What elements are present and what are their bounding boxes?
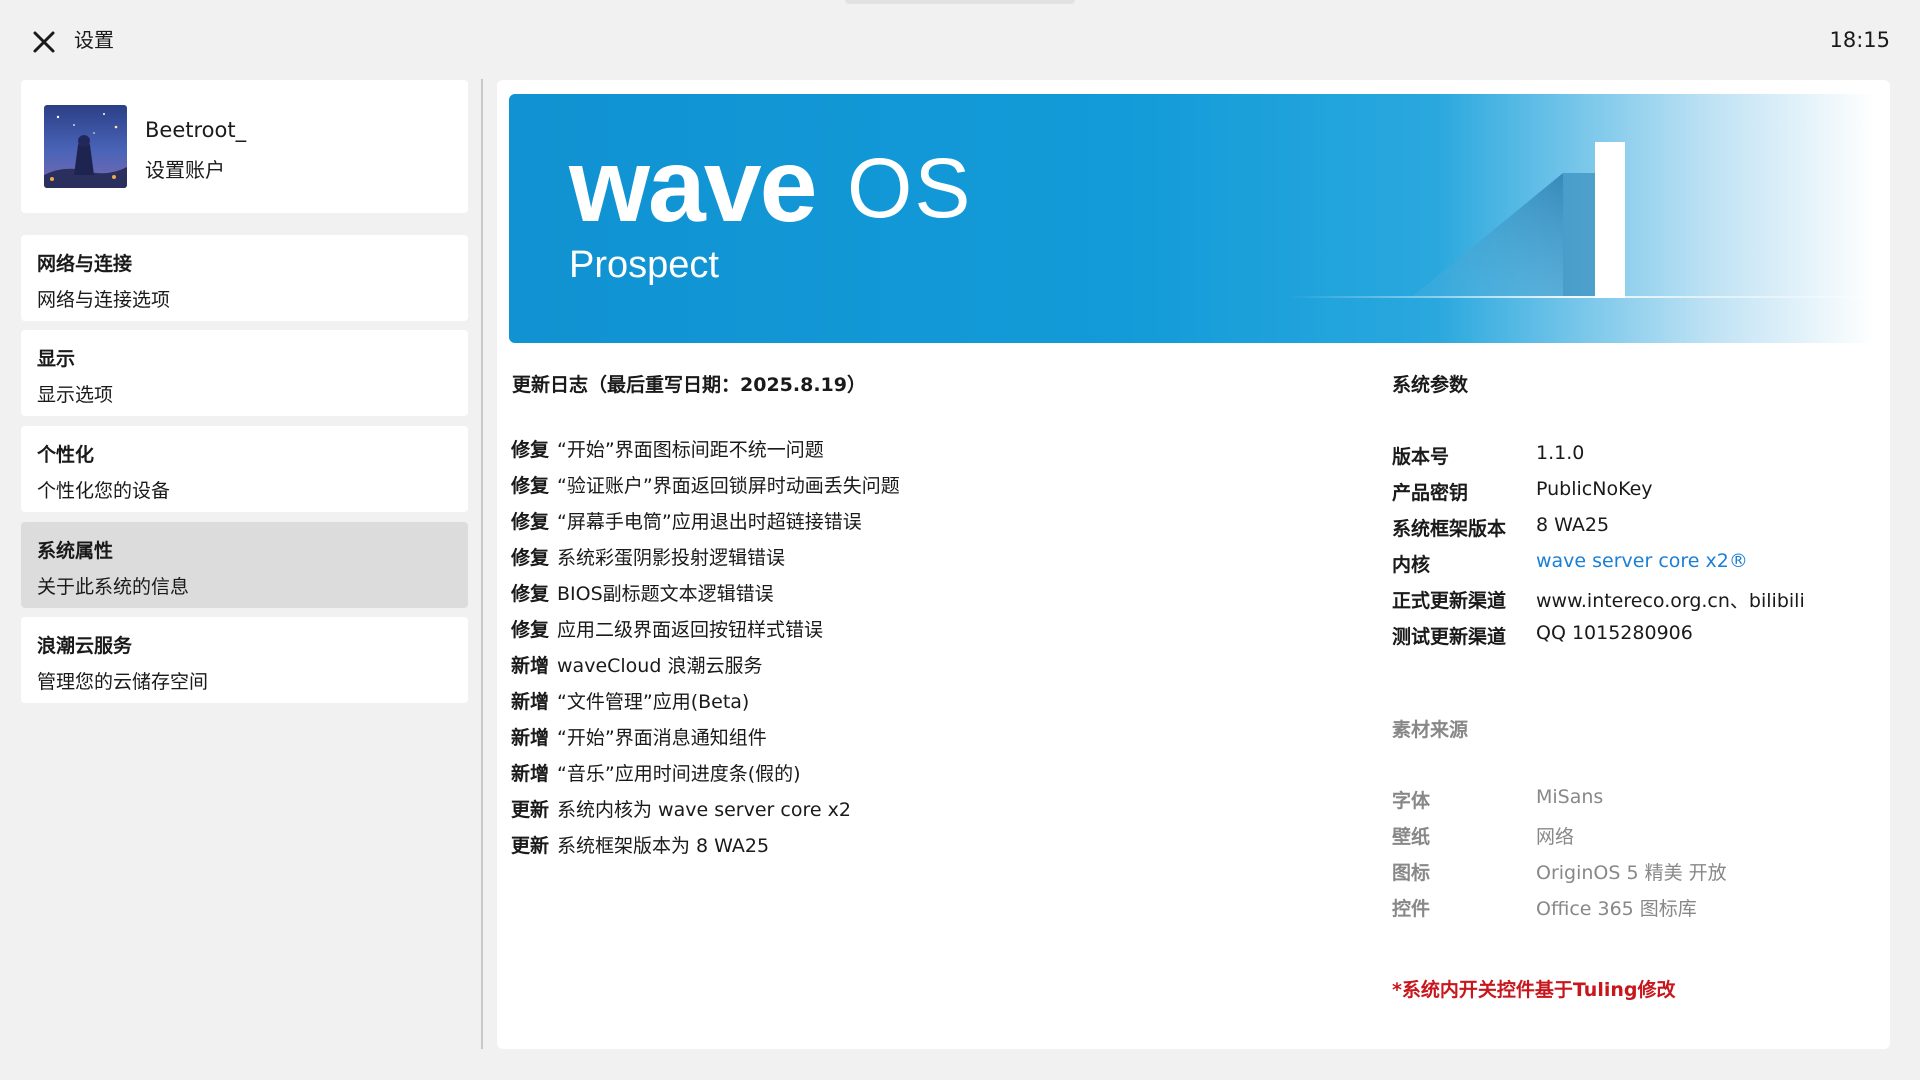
sidebar-item-title: 网络与连接 [37,253,133,275]
changelog-tag: 修复 [511,439,550,461]
source-key: 控件 [1392,898,1431,920]
changelog-item: 修复 应用二级界面返回按钮样式错误 [511,615,823,645]
sidebar-item-network[interactable]: 网络与连接 网络与连接选项 [21,235,468,321]
changelog-text: “音乐”应用时间进度条(假的) [557,763,801,785]
param-key: 产品密钥 [1392,482,1469,504]
banner-subtitle: Prospect [569,244,719,286]
param-key: 正式更新渠道 [1392,590,1507,612]
param-value: www.intereco.org.cn、bilibili [1536,590,1805,612]
source-key: 字体 [1392,790,1431,812]
pane-divider[interactable] [481,79,483,1049]
account-subtitle: 设置账户 [145,158,225,182]
changelog-text: 系统彩蛋阴影投射逻辑错误 [557,547,786,569]
sidebar-item-cloud-service[interactable]: 浪潮云服务 管理您的云储存空间 [21,617,468,703]
avatar [44,105,127,188]
param-key: 测试更新渠道 [1392,626,1507,648]
changelog-item: 更新 系统内核为 wave server core x2 [511,795,851,825]
changelog-tag: 新增 [511,655,550,677]
changelog-text: “验证账户”界面返回锁屏时动画丢失问题 [557,475,900,497]
window-title: 设置 [74,28,114,52]
logo-os-text: OS [847,141,973,235]
source-value: Office 365 图标库 [1536,898,1697,920]
sources-title: 素材来源 [1392,719,1469,741]
switch-control-note: *系统内开关控件基于Tuling修改 [1392,979,1676,1001]
logo-wave-text: wave [569,128,817,244]
changelog-item: 新增 “开始”界面消息通知组件 [511,723,767,753]
changelog-tag: 修复 [511,547,550,569]
sidebar-item-display[interactable]: 显示 显示选项 [21,330,468,416]
source-key: 壁纸 [1392,826,1431,848]
changelog-text: 系统内核为 wave server core x2 [557,799,851,821]
close-icon [33,31,55,53]
sidebar-item-subtitle: 个性化您的设备 [37,480,171,502]
sidebar-item-title: 个性化 [37,444,95,466]
param-value: QQ 1015280906 [1536,622,1693,644]
changelog-text: “屏幕手电筒”应用退出时超链接错误 [557,511,862,533]
changelog-item: 修复 系统彩蛋阴影投射逻辑错误 [511,543,785,573]
changelog-tag: 新增 [511,727,550,749]
close-button[interactable] [26,24,62,60]
account-name: Beetroot_ [145,118,247,142]
sidebar-item-subtitle: 关于此系统的信息 [37,576,190,598]
changelog-text: “开始”界面图标间距不统一问题 [557,439,824,461]
changelog-item: 新增 waveCloud 浪潮云服务 [511,651,762,681]
changelog-tag: 修复 [511,511,550,533]
source-value: OriginOS 5 精美 开放 [1536,862,1727,884]
param-key: 内核 [1392,554,1431,576]
changelog-item: 新增 “音乐”应用时间进度条(假的) [511,759,801,789]
sidebar-item-personalization[interactable]: 个性化 个性化您的设备 [21,426,468,512]
clock: 18:15 [1829,28,1890,52]
source-key: 图标 [1392,862,1431,884]
changelog-tag: 修复 [511,619,550,641]
changelog-tag: 更新 [511,835,550,857]
account-card[interactable]: Beetroot_ 设置账户 [21,80,468,213]
changelog-tag: 更新 [511,799,550,821]
sidebar-item-subtitle: 网络与连接选项 [37,289,171,311]
changelog-tag: 修复 [511,583,550,605]
sidebar-item-subtitle: 管理您的云储存空间 [37,671,209,693]
param-value: 8 WA25 [1536,514,1610,536]
changelog-tag: 新增 [511,763,550,785]
changelog-item: 新增 “文件管理”应用(Beta) [511,687,749,717]
param-value: PublicNoKey [1536,478,1653,500]
changelog-item: 修复 “验证账户”界面返回锁屏时动画丢失问题 [511,471,900,501]
os-banner: wave OS Prospect [509,94,1875,343]
sidebar-item-system-properties[interactable]: 系统属性 关于此系统的信息 [21,522,468,608]
changelog-tag: 修复 [511,475,550,497]
changelog-tag: 新增 [511,691,550,713]
changelog-text: “开始”界面消息通知组件 [557,727,767,749]
system-params-title: 系统参数 [1392,374,1469,396]
param-value: 1.1.0 [1536,442,1585,464]
sidebar-item-title: 显示 [37,348,76,370]
sidebar-item-title: 浪潮云服务 [37,635,133,657]
kernel-link[interactable]: wave server core x2® [1536,550,1748,572]
changelog-text: waveCloud 浪潮云服务 [557,655,763,677]
source-value: MiSans [1536,786,1604,808]
system-properties-panel: wave OS Prospect 更新日志（最后重写日期：2025.8.19） … [497,80,1890,1049]
changelog-item: 修复 “开始”界面图标间距不统一问题 [511,435,824,465]
title-bar: 设置 18:15 [0,0,1920,80]
changelog-item: 更新 系统框架版本为 8 WA25 [511,831,769,861]
changelog-text: “文件管理”应用(Beta) [557,691,750,713]
source-value: 网络 [1536,826,1575,848]
sidebar-item-subtitle: 显示选项 [37,384,114,406]
changelog-text: 系统框架版本为 8 WA25 [557,835,770,857]
param-key: 系统框架版本 [1392,518,1507,540]
changelog-text: 应用二级界面返回按钮样式错误 [557,619,824,641]
changelog-item: 修复 “屏幕手电筒”应用退出时超链接错误 [511,507,862,537]
param-key: 版本号 [1392,446,1450,468]
changelog-text: BIOS副标题文本逻辑错误 [557,583,774,605]
changelog-title: 更新日志（最后重写日期：2025.8.19） [512,374,866,396]
changelog-item: 修复 BIOS副标题文本逻辑错误 [511,579,774,609]
sidebar-item-title: 系统属性 [37,540,114,562]
